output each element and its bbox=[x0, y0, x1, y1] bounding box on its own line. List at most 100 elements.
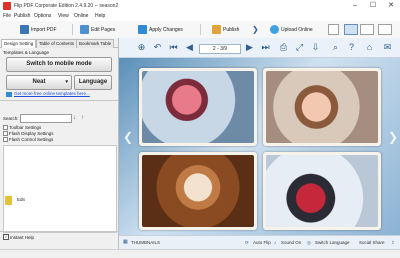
template-name: Neat bbox=[32, 79, 46, 85]
print-icon[interactable]: ⎙ bbox=[279, 43, 288, 52]
winter-photo-1 bbox=[142, 71, 254, 143]
menu-options[interactable]: Options bbox=[34, 13, 51, 19]
edit-pages-button[interactable]: Edit Pages bbox=[80, 23, 115, 36]
language-icon: ◎ bbox=[307, 240, 311, 245]
first-page-icon[interactable]: ⏮ bbox=[169, 43, 178, 52]
tab-design-setting[interactable]: Design Setting bbox=[1, 39, 37, 48]
sound-on-button[interactable]: Sound On bbox=[281, 240, 301, 245]
flip-right-icon[interactable]: ❯ bbox=[388, 130, 398, 144]
title-bar: Flip PDF Corporate Edition 2.4.9.20 -- s… bbox=[0, 0, 400, 12]
switch-mobile-mode-button[interactable]: Switch to mobile mode bbox=[6, 57, 112, 72]
photo-frame bbox=[263, 152, 381, 230]
flip-left-icon[interactable]: ❮ bbox=[123, 130, 133, 144]
cloud-upload-icon bbox=[270, 25, 279, 34]
photo-frame bbox=[263, 68, 381, 146]
search-up-icon[interactable]: ↑ bbox=[81, 115, 87, 121]
tab-bookmark-table[interactable]: Bookmark Table bbox=[76, 39, 115, 48]
help-icon[interactable]: ? bbox=[347, 43, 356, 52]
winter-photo-3 bbox=[142, 155, 254, 227]
zoom-in-icon[interactable]: ⊕ bbox=[137, 43, 146, 52]
panel-divider bbox=[0, 100, 118, 101]
winter-photo-2 bbox=[266, 71, 378, 143]
apply-changes-label: Apply Changes bbox=[149, 26, 183, 33]
edit-pages-label: Edit Pages bbox=[91, 26, 116, 33]
more-templates-link[interactable]: Get more free online templates here... bbox=[14, 91, 90, 96]
fullscreen-icon[interactable]: ⤢ bbox=[295, 43, 304, 52]
expand-icon bbox=[3, 131, 8, 137]
templates-link-icon bbox=[6, 92, 12, 97]
apply-changes-button[interactable]: Apply Changes bbox=[138, 23, 183, 36]
menu-publish[interactable]: Publish bbox=[14, 13, 30, 19]
upload-online-label: Upload Online bbox=[281, 26, 313, 33]
edit-pages-icon bbox=[80, 25, 89, 34]
tree-label: Flash Control Settings bbox=[9, 137, 54, 142]
chevron-down-icon: ▾ bbox=[65, 79, 68, 85]
photo-frame bbox=[139, 68, 257, 146]
menu-bar: File Publish Options View Online Help bbox=[0, 12, 400, 21]
last-page-icon[interactable]: ⏭ bbox=[261, 43, 270, 52]
search-book-icon[interactable]: ⌕ bbox=[331, 43, 340, 52]
photo-frame bbox=[139, 152, 257, 230]
note-icon bbox=[5, 196, 12, 205]
next-page-icon[interactable]: ▶ bbox=[245, 43, 254, 52]
social-share-button[interactable]: Social Share bbox=[359, 240, 385, 245]
auto-flip-icon: ⟳ bbox=[245, 240, 249, 245]
winter-photo-4 bbox=[266, 155, 378, 227]
upload-online-button[interactable]: Upload Online bbox=[270, 23, 313, 36]
viewer-statusbar: ▦ THUMBNAILS ⟳ Auto Flip ♪ Sound On ◎ Sw… bbox=[119, 235, 400, 250]
main-toolbar: Import PDF Edit Pages Apply Changes Publ… bbox=[0, 21, 400, 39]
menu-view[interactable]: View bbox=[58, 13, 69, 19]
book-preview[interactable]: ❮ ❯ bbox=[119, 58, 400, 235]
sound-icon: ♪ bbox=[274, 240, 277, 245]
import-pdf-button[interactable]: Import PDF bbox=[20, 23, 57, 36]
rotate-icon[interactable]: ↶ bbox=[153, 43, 162, 52]
instant-help-label: Instant Help bbox=[10, 235, 35, 240]
templates-label: Templates & Language bbox=[3, 50, 50, 55]
maximize-icon[interactable]: ☐ bbox=[364, 0, 382, 12]
thumbnails-icon[interactable]: ▦ bbox=[123, 239, 128, 245]
previous-page-icon[interactable]: ◀ bbox=[185, 43, 194, 52]
page-indicator[interactable]: 2 - 3/9 bbox=[199, 44, 241, 54]
next-arrow-icon[interactable]: ❯ bbox=[252, 23, 259, 36]
switch-language-button[interactable]: Switch Language bbox=[315, 240, 350, 245]
single-page-icon[interactable] bbox=[360, 24, 374, 35]
import-pdf-label: Import PDF bbox=[31, 26, 57, 33]
search-label: Search: bbox=[3, 116, 19, 121]
double-page-icon[interactable] bbox=[378, 24, 392, 35]
toolbar-divider bbox=[72, 24, 73, 35]
edit-label: Edit bbox=[17, 197, 25, 202]
language-button[interactable]: Language bbox=[74, 75, 112, 90]
auto-flip-button[interactable]: Auto Flip bbox=[253, 240, 271, 245]
layout-mode-icon[interactable] bbox=[344, 24, 358, 35]
search-icon[interactable]: ↓ bbox=[73, 115, 79, 121]
window-title: Flip PDF Corporate Edition 2.4.9.20 -- s… bbox=[14, 3, 119, 9]
menu-online[interactable]: Online bbox=[74, 13, 88, 19]
menu-help[interactable]: Help bbox=[95, 13, 105, 19]
tree-flash-control-settings[interactable]: Flash Control Settings bbox=[3, 137, 115, 143]
view-mode-icon[interactable] bbox=[328, 24, 339, 35]
viewer-toolbar: ⊕ ↶ ⏮ ◀ 2 - 3/9 ▶ ⏭ ⎙ ⤢ ⇩ ⌕ ? ⌂ ✉ bbox=[119, 38, 400, 58]
tree-label: Toolbar Settings bbox=[9, 125, 42, 130]
menu-file[interactable]: File bbox=[3, 13, 11, 19]
settings-tree-area bbox=[3, 145, 117, 233]
panel-divider bbox=[0, 231, 118, 232]
template-select[interactable]: Neat ▾ bbox=[6, 75, 72, 90]
tab-table-of-contents[interactable]: Table of Contents bbox=[36, 39, 78, 48]
download-icon[interactable]: ⇩ bbox=[311, 43, 320, 52]
thumbnails-button[interactable]: THUMBNAILS bbox=[131, 240, 160, 245]
instant-help-checkbox[interactable]: ✓ bbox=[3, 234, 9, 240]
publish-button[interactable]: Publish bbox=[212, 23, 239, 36]
tree-label: Flash Display Settings bbox=[9, 131, 54, 136]
expand-icon bbox=[3, 125, 8, 131]
search-input[interactable] bbox=[20, 114, 72, 123]
close-icon[interactable]: ✕ bbox=[382, 0, 400, 12]
publish-label: Publish bbox=[223, 26, 240, 33]
mail-icon[interactable]: ✉ bbox=[383, 43, 392, 52]
toolbar-divider bbox=[200, 24, 201, 35]
minimize-icon[interactable]: – bbox=[346, 0, 364, 12]
panel-tabs: Design Setting Table of Contents Bookmar… bbox=[0, 38, 118, 48]
publish-icon bbox=[212, 25, 221, 34]
home-icon[interactable]: ⌂ bbox=[365, 43, 374, 52]
apply-changes-icon bbox=[138, 25, 147, 34]
share-icon[interactable]: ⇪ bbox=[391, 240, 395, 246]
